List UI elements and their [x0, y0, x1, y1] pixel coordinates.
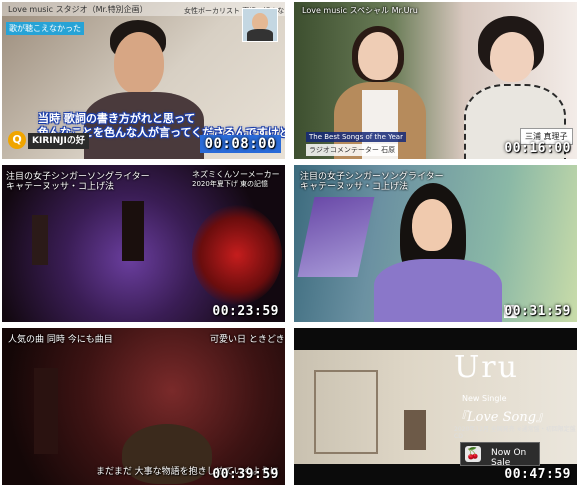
top-caption: Love music スタジオ（Mr.特別企画）: [8, 5, 148, 14]
timestamp: 00:16:00: [504, 141, 571, 156]
video-thumbnail-6[interactable]: Uru New Single 『Love Song』 2020年12月 全国発売…: [294, 328, 577, 485]
cherry-icon: 🍒: [465, 446, 481, 462]
performer-silhouette: [32, 215, 48, 265]
person-body: [374, 259, 502, 322]
timestamp: 00:23:59: [212, 304, 279, 319]
song-title: 『Love Song』: [454, 410, 550, 425]
person-right-face: [490, 32, 534, 82]
release-detail: 2020年12月 全国発売 ※通常盤・初回限定盤 CD: [454, 426, 576, 440]
top-caption: 人気の曲 同時 今にも曲目: [8, 335, 113, 345]
video-thumbnail-1[interactable]: Love music スタジオ（Mr.特別企画） 歌が聴こえなかった 女性ボーカ…: [2, 2, 285, 159]
background-artwork: [297, 197, 375, 277]
top-right-caption-2: 2020年夏下げ 東の記憶: [192, 180, 269, 188]
performer-silhouette: [34, 368, 58, 454]
q-badge-icon: Q: [8, 131, 26, 149]
red-light-glow: [192, 205, 282, 305]
performer-silhouette: [122, 201, 144, 261]
left-tag: 歌が聴こえなかった: [6, 22, 84, 35]
person-face: [412, 199, 452, 251]
now-on-sale-banner: 🍒 Now On Sale: [460, 442, 540, 468]
easel-frame: [314, 370, 378, 454]
video-thumbnail-3[interactable]: 注目の女子シンガーソングライター キャテーヌッサ・コ上げ法 ネズミくんソーメーカ…: [2, 165, 285, 322]
timestamp: 00:31:59: [504, 304, 571, 319]
artist-logo: Uru: [454, 350, 519, 385]
timestamp: 00:39:59: [212, 467, 279, 482]
top-caption: Love music スペシャル Mr.Uru: [302, 6, 418, 15]
video-thumbnail-4[interactable]: 注目の女子シンガーソングライター キャテーヌッサ・コ上げ法 小 00:31:59: [294, 165, 577, 322]
top-caption-2: キャテーヌッサ・コ上げ法: [6, 182, 115, 192]
timestamp: 00:08:00: [199, 135, 281, 153]
lower-caption: The Best Songs of the Year: [306, 132, 406, 142]
inset-video: [242, 8, 278, 42]
video-thumbnail-2[interactable]: Love music スペシャル Mr.Uru The Best Songs o…: [294, 2, 577, 159]
top-caption-2: キャテーヌッサ・コ上げ法: [300, 182, 409, 192]
figure-silhouette: [404, 410, 426, 450]
now-on-sale-label: Now On Sale: [491, 448, 527, 468]
new-single-label: New Single: [462, 394, 507, 403]
lower-caption-2: ラジオコメンテーター 石原: [306, 144, 399, 156]
top-right-caption: 可愛い日 ときどき: [210, 335, 285, 345]
info-badge: KIRINJIの好: [28, 133, 89, 149]
person-left-face: [358, 32, 398, 80]
video-thumbnail-5[interactable]: 人気の曲 同時 今にも曲目 可愛い日 ときどき まだまだ 大事な物語を抱きしめて…: [2, 328, 285, 485]
timestamp: 00:47:59: [504, 467, 571, 482]
person-face: [114, 32, 164, 94]
